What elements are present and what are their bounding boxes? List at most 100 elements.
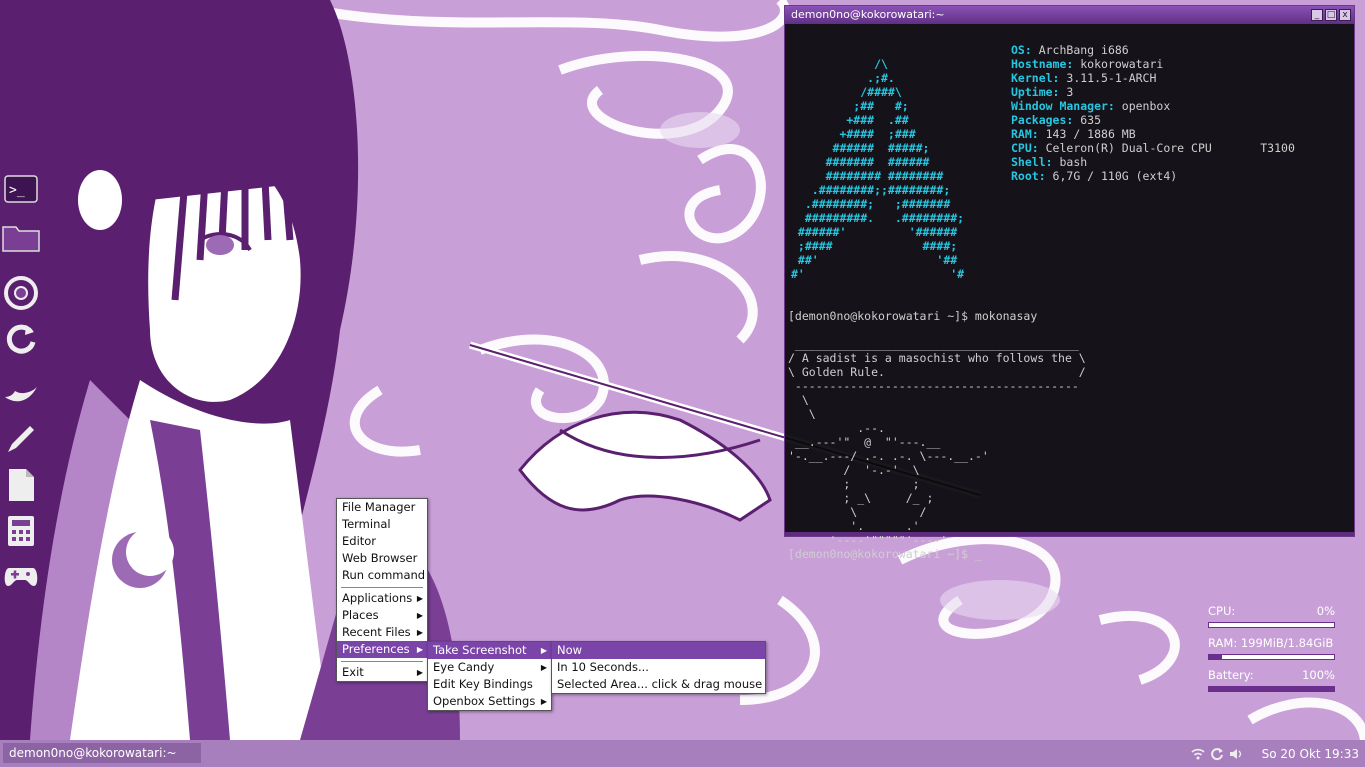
menu-item-applications[interactable]: Applications ▶ xyxy=(337,590,427,607)
system-info-row: Packages: 635 xyxy=(1011,113,1295,127)
info-key: CPU: xyxy=(1011,141,1039,155)
info-key: RAM: xyxy=(1011,127,1039,141)
terminal-icon[interactable]: >_ xyxy=(2,170,40,208)
terminal-bottom-border xyxy=(785,532,1354,536)
submenu-arrow-icon: ▶ xyxy=(540,663,547,672)
taskbar-item-terminal[interactable]: demon0no@kokorowatari:~ xyxy=(3,743,201,763)
system-info: OS: ArchBang i686 Hostname: kokorowatari K… xyxy=(1011,43,1295,183)
submenu-arrow-icon: ▶ xyxy=(416,628,423,637)
submenu-arrow-icon: ▶ xyxy=(416,611,423,620)
submenu-arrow-icon: ▶ xyxy=(540,697,547,706)
menu-item-file-manager[interactable]: File Manager xyxy=(337,499,427,516)
info-key: Kernel: xyxy=(1011,71,1060,85)
system-info-row: RAM: 143 / 1886 MB xyxy=(1011,127,1295,141)
close-button[interactable]: x xyxy=(1339,9,1351,21)
battery-bar-fill xyxy=(1209,687,1334,691)
info-value: openbox xyxy=(1114,99,1171,113)
info-value: 635 xyxy=(1073,113,1102,127)
system-info-row: Uptime: 3 xyxy=(1011,85,1295,99)
cpu-label: CPU: xyxy=(1208,604,1236,618)
info-value: 3.11.5-1-ARCH xyxy=(1059,71,1157,85)
ram-label: RAM: 199MiB/1.84GiB xyxy=(1208,636,1334,650)
terminal-titlebar[interactable]: demon0no@kokorowatari:~ _ □ x xyxy=(785,6,1354,24)
system-monitor: CPU: 0% RAM: 199MiB/1.84GiB Battery: 100% xyxy=(1208,604,1335,700)
info-key: Root: xyxy=(1011,169,1046,183)
maximize-button[interactable]: □ xyxy=(1325,9,1337,21)
document-icon[interactable] xyxy=(2,466,40,504)
menu-item-terminal[interactable]: Terminal xyxy=(337,516,427,533)
info-value: bash xyxy=(1052,155,1088,169)
info-value: Celeron(R) Dual-Core CPU T3100 xyxy=(1038,141,1295,155)
menu-label: Recent Files xyxy=(342,625,411,639)
update-icon[interactable] xyxy=(1210,747,1224,761)
battery-label: Battery: xyxy=(1208,668,1254,682)
menu-item-recent-files[interactable]: Recent Files ▶ xyxy=(337,624,427,641)
openbox-root-menu: File Manager Terminal Editor Web Browser… xyxy=(336,498,428,682)
submenu-arrow-icon: ▶ xyxy=(416,668,423,677)
submenu-arrow-icon: ▶ xyxy=(416,594,423,603)
info-value: kokorowatari xyxy=(1073,57,1164,71)
menu-item-selected-area[interactable]: Selected Area... click & drag mouse xyxy=(552,676,765,693)
info-value: 6,7G / 110G (ext4) xyxy=(1045,169,1178,183)
submenu-arrow-icon: ▶ xyxy=(416,645,423,654)
clock[interactable]: So 20 Okt 19:33 xyxy=(1262,747,1359,761)
system-tray: So 20 Okt 19:33 xyxy=(1191,740,1359,767)
menu-label: Eye Candy xyxy=(433,660,495,674)
minimize-button[interactable]: _ xyxy=(1311,9,1323,21)
refresh-icon[interactable] xyxy=(2,320,40,358)
cpu-bar xyxy=(1208,622,1335,628)
gamepad-icon[interactable] xyxy=(2,558,40,596)
menu-item-edit-key-bindings[interactable]: Edit Key Bindings xyxy=(428,676,551,693)
menu-item-places[interactable]: Places ▶ xyxy=(337,607,427,624)
menu-item-take-screenshot[interactable]: Take Screenshot ▶ xyxy=(428,642,551,659)
info-key: Shell: xyxy=(1011,155,1053,169)
menu-label: Take Screenshot xyxy=(433,643,527,657)
info-key: OS: xyxy=(1011,43,1032,57)
taskbar: demon0no@kokorowatari:~ So 20 Okt 19:33 xyxy=(0,740,1365,767)
menu-item-exit[interactable]: Exit ▶ xyxy=(337,664,427,681)
cowsay-output: ________________________________________… xyxy=(788,337,1086,547)
system-info-row: Kernel: 3.11.5-1-ARCH xyxy=(1011,71,1295,85)
menu-item-now[interactable]: Now xyxy=(552,642,765,659)
prompt-current[interactable]: [demon0no@kokorowatari ~]$ _ xyxy=(788,547,1086,561)
preferences-submenu: Take Screenshot ▶ Eye Candy ▶ Edit Key Bin… xyxy=(427,641,552,711)
info-value: 3 xyxy=(1059,85,1074,99)
info-value: 143 / 1886 MB xyxy=(1038,127,1136,141)
prompt-command: [demon0no@kokorowatari ~]$ mokonasay xyxy=(788,309,1038,323)
battery-value: 100% xyxy=(1302,668,1335,682)
menu-item-preferences[interactable]: Preferences ▶ xyxy=(337,641,427,658)
calculator-icon[interactable] xyxy=(2,512,40,550)
wifi-icon[interactable] xyxy=(1191,747,1205,761)
system-info-row: CPU: Celeron(R) Dual-Core CPU T3100 xyxy=(1011,141,1295,155)
archbang-logo: /\ .;#. /####\ ;## #; +### .## +#### ;##… xyxy=(791,57,965,281)
terminal-output[interactable]: /\ .;#. /####\ ;## #; +### .## +#### ;##… xyxy=(785,25,1354,561)
menu-label: Preferences xyxy=(342,642,410,656)
battery-bar xyxy=(1208,686,1335,692)
menu-label: Openbox Settings xyxy=(433,694,536,708)
info-key: Packages: xyxy=(1011,113,1074,127)
info-key: Uptime: xyxy=(1011,85,1060,99)
system-info-row: Root: 6,7G / 110G (ext4) xyxy=(1011,169,1295,183)
screenshot-submenu: Now In 10 Seconds... Selected Area... cl… xyxy=(551,641,766,694)
menu-item-editor[interactable]: Editor xyxy=(337,533,427,550)
terminal-window[interactable]: demon0no@kokorowatari:~ _ □ x /\ .;#. /#… xyxy=(784,5,1355,561)
ram-bar xyxy=(1208,654,1335,660)
menu-item-openbox-settings[interactable]: Openbox Settings ▶ xyxy=(428,693,551,710)
volume-icon[interactable] xyxy=(1229,747,1243,761)
chrome-icon[interactable] xyxy=(2,274,40,312)
menu-item-web-browser[interactable]: Web Browser xyxy=(337,550,427,567)
menu-item-eye-candy[interactable]: Eye Candy ▶ xyxy=(428,659,551,676)
cpu-value: 0% xyxy=(1316,604,1335,618)
ram-bar-fill xyxy=(1209,655,1222,659)
info-key: Hostname: xyxy=(1011,57,1074,71)
menu-item-run-command[interactable]: Run command xyxy=(337,567,427,584)
menu-label: Places xyxy=(342,608,379,622)
menu-item-in-10-seconds[interactable]: In 10 Seconds... xyxy=(552,659,765,676)
system-info-row: Shell: bash xyxy=(1011,155,1295,169)
system-info-row: Window Manager: openbox xyxy=(1011,99,1295,113)
bird-icon[interactable] xyxy=(2,376,40,414)
info-key: Window Manager: xyxy=(1011,99,1115,113)
pen-icon[interactable] xyxy=(2,420,40,458)
terminal-title: demon0no@kokorowatari:~ xyxy=(791,8,945,21)
folder-icon[interactable] xyxy=(2,218,40,256)
